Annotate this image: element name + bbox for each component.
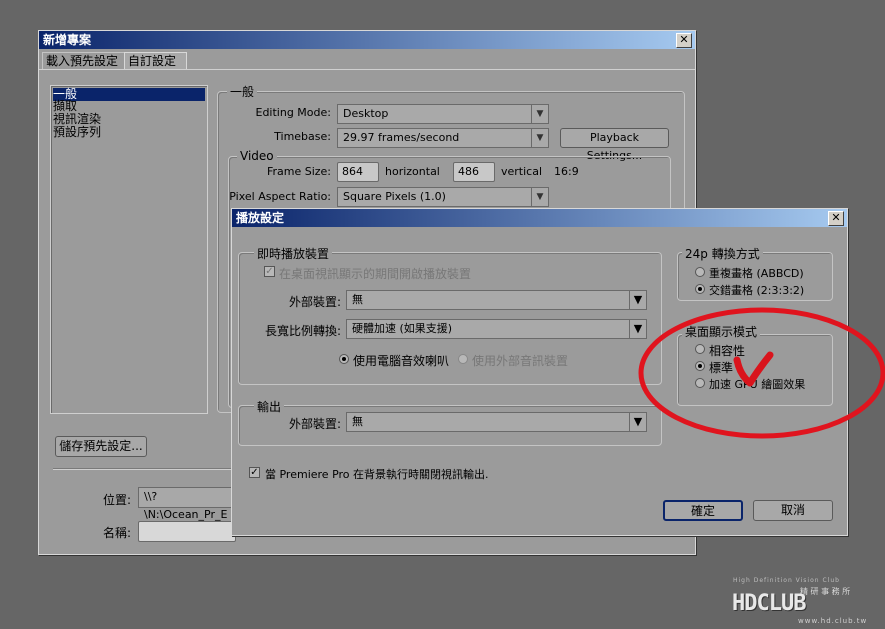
hdclub-watermark: High Definition Vision Club 精 研 事 務 所 HD… bbox=[730, 577, 880, 627]
desktop: { "new_project": { "title": "新增專案", "tab… bbox=[0, 0, 885, 629]
watermark-chinese: 精 研 事 務 所 bbox=[800, 587, 851, 596]
watermark-tagline: High Definition Vision Club bbox=[733, 577, 840, 584]
red-check-annotation bbox=[733, 351, 774, 387]
watermark-logo: HDCLUB bbox=[732, 591, 806, 616]
annotation-overlay bbox=[638, 307, 885, 439]
red-circle-annotation bbox=[638, 307, 885, 439]
watermark-url: www.hd.club.tw bbox=[798, 617, 868, 625]
